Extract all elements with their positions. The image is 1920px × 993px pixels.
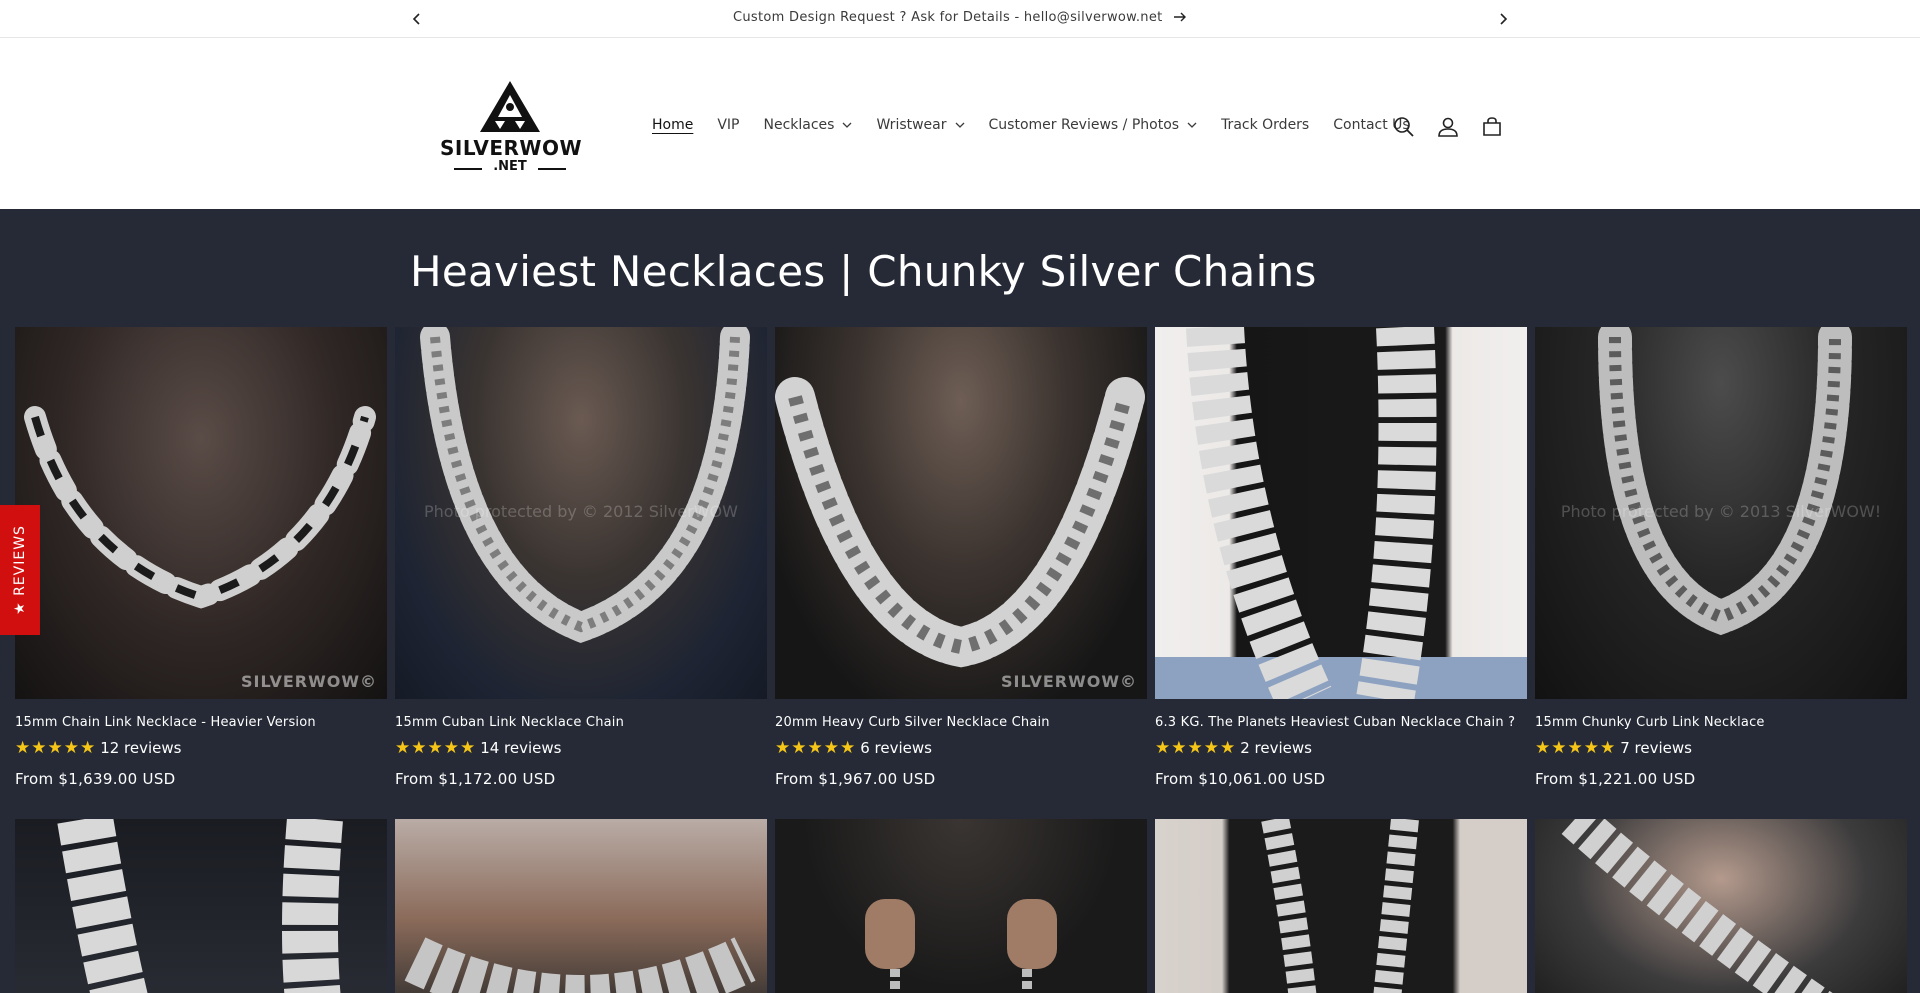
site-logo[interactable]: SILVERWOW .NET <box>440 77 582 177</box>
image-brand-watermark: SILVERWOW© <box>1001 672 1137 691</box>
logo-divider-right <box>538 168 566 170</box>
star-rating-icon: ★★★★★ <box>1155 738 1237 758</box>
product-price: From $1,172.00 USD <box>395 770 556 788</box>
product-image[interactable]: SILVERWOW© <box>15 327 387 699</box>
product-card-image[interactable] <box>1155 819 1527 993</box>
account-icon <box>1438 117 1458 137</box>
product-price: From $1,639.00 USD <box>15 770 176 788</box>
nav-item-customer-reviews[interactable]: Customer Reviews / Photos <box>989 117 1198 133</box>
product-title[interactable]: 15mm Cuban Link Necklace Chain <box>395 715 767 730</box>
review-count: 6 reviews <box>860 739 932 757</box>
search-icon <box>1394 117 1414 137</box>
nav-item-necklaces[interactable]: Necklaces <box>764 117 853 133</box>
image-watermark: Photo protected by © 2013 SilverWOW! <box>1560 502 1882 521</box>
reviews-side-tab[interactable]: ★ REVIEWS <box>0 505 40 635</box>
product-price: From $1,967.00 USD <box>775 770 936 788</box>
product-image[interactable] <box>1155 327 1527 699</box>
nav-item-vip[interactable]: VIP <box>717 117 739 133</box>
nav-item-track-orders[interactable]: Track Orders <box>1221 117 1309 133</box>
nav-label: Track Orders <box>1221 117 1310 133</box>
product-card[interactable]: Photo protected by © 2013 SilverWOW! 15m… <box>1535 327 1907 788</box>
announcement-message[interactable]: Custom Design Request ? Ask for Details … <box>0 10 1920 27</box>
reviews-tab-label: ★ REVIEWS <box>12 525 29 615</box>
product-card[interactable]: 6.3 KG. The Planets Heaviest Cuban Neckl… <box>1155 327 1527 788</box>
chevron-down-icon <box>843 122 852 128</box>
nav-item-wristwear[interactable]: Wristwear <box>876 117 964 133</box>
collection-section: Heaviest Necklaces | Chunky Silver Chain… <box>0 209 1920 993</box>
product-price: From $10,061.00 USD <box>1155 770 1326 788</box>
product-card[interactable]: SILVERWOW© 15mm Chain Link Necklace - He… <box>15 327 387 788</box>
nav-label: VIP <box>717 117 740 133</box>
product-rating: ★★★★★ 2 reviews <box>1155 738 1527 758</box>
product-card[interactable]: Photo protected by © 2012 SilverWOW 15mm… <box>395 327 767 788</box>
star-rating-icon: ★★★★★ <box>1535 738 1617 758</box>
product-title[interactable]: 15mm Chunky Curb Link Necklace <box>1535 715 1907 730</box>
cart-button[interactable] <box>1478 113 1506 141</box>
product-rating: ★★★★★ 12 reviews <box>15 738 387 758</box>
product-title[interactable]: 15mm Chain Link Necklace - Heavier Versi… <box>15 715 387 730</box>
logo-mark <box>480 81 540 132</box>
review-count: 7 reviews <box>1620 739 1692 757</box>
nav-label: Wristwear <box>876 117 947 133</box>
star-rating-icon: ★★★★★ <box>775 738 857 758</box>
product-title[interactable]: 20mm Heavy Curb Silver Necklace Chain <box>775 715 1147 730</box>
product-card-image[interactable] <box>1535 819 1907 993</box>
product-image[interactable]: SILVERWOW© <box>775 327 1147 699</box>
announcement-next-button[interactable] <box>1492 8 1514 30</box>
account-button[interactable] <box>1434 113 1462 141</box>
site-header: SILVERWOW .NET Home VIP Necklaces Wristw… <box>0 39 1920 209</box>
logo-subtext: .NET <box>493 159 527 174</box>
nav-item-home[interactable]: Home <box>652 117 693 133</box>
announcement-bar: Custom Design Request ? Ask for Details … <box>0 0 1920 38</box>
chevron-down-icon <box>955 122 964 128</box>
header-icons <box>1390 113 1506 141</box>
nav-label: Home <box>652 117 694 133</box>
product-image[interactable]: Photo protected by © 2013 SilverWOW! <box>1535 327 1907 699</box>
product-card[interactable]: SILVERWOW© 20mm Heavy Curb Silver Neckla… <box>775 327 1147 788</box>
review-count: 12 reviews <box>100 739 182 757</box>
image-brand-watermark: SILVERWOW© <box>241 672 377 691</box>
arrow-right-icon <box>1173 11 1187 27</box>
product-price: From $1,221.00 USD <box>1535 770 1696 788</box>
product-card-image[interactable] <box>395 819 767 993</box>
product-rating: ★★★★★ 7 reviews <box>1535 738 1907 758</box>
nav-label: Necklaces <box>763 117 835 133</box>
product-rating: ★★★★★ 6 reviews <box>775 738 1147 758</box>
product-image[interactable]: Photo protected by © 2012 SilverWOW <box>395 327 767 699</box>
cart-icon <box>1483 117 1501 136</box>
nav-label: Customer Reviews / Photos <box>988 117 1180 133</box>
logo-wordmark: SILVERWOW <box>440 136 582 160</box>
review-count: 14 reviews <box>480 739 562 757</box>
product-card-image[interactable] <box>15 819 387 993</box>
image-watermark: Photo protected by © 2012 SilverWOW <box>424 502 738 521</box>
announcement-text[interactable]: Custom Design Request ? Ask for Details … <box>733 10 1163 25</box>
product-rating: ★★★★★ 14 reviews <box>395 738 767 758</box>
review-count: 2 reviews <box>1240 739 1312 757</box>
star-rating-icon: ★★★★★ <box>15 738 97 758</box>
chevron-right-icon <box>1500 13 1508 25</box>
star-rating-icon: ★★★★★ <box>395 738 477 758</box>
collection-title: Heaviest Necklaces | Chunky Silver Chain… <box>410 247 1317 296</box>
product-card-image[interactable] <box>775 819 1147 993</box>
chevron-down-icon <box>1187 122 1197 128</box>
product-title[interactable]: 6.3 KG. The Planets Heaviest Cuban Neckl… <box>1155 715 1527 730</box>
main-nav: Home VIP Necklaces Wristwear Customer Re… <box>640 117 1422 133</box>
search-button[interactable] <box>1390 113 1418 141</box>
